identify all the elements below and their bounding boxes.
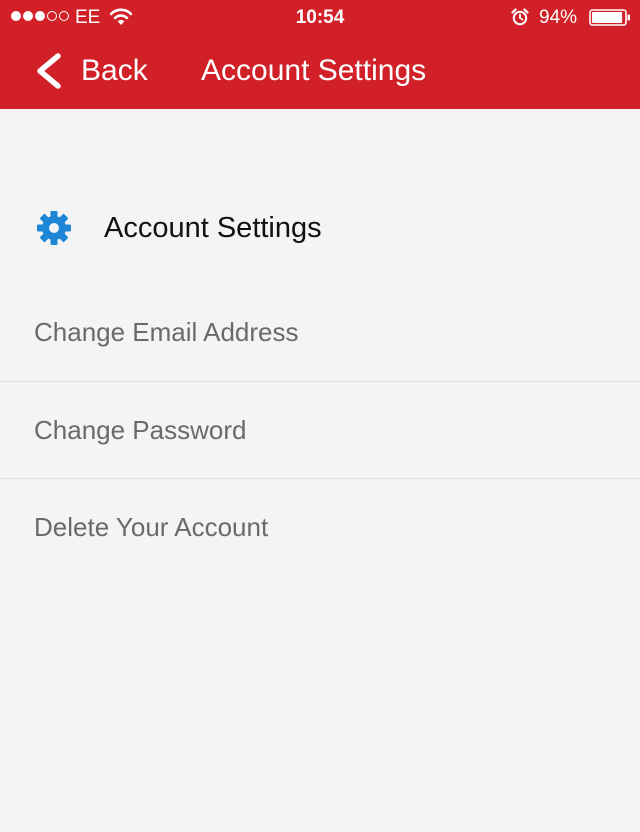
battery-percentage: 94% xyxy=(539,7,578,28)
menu-item-label: Delete Your Account xyxy=(34,511,269,542)
battery-icon xyxy=(589,9,630,26)
navigation-bar: Back Account Settings xyxy=(0,36,640,109)
section-title: Account Settings xyxy=(104,212,322,244)
change-password-item[interactable]: Change Password xyxy=(0,382,640,479)
chevron-left-icon xyxy=(37,53,61,89)
gear-icon xyxy=(37,211,71,245)
delete-account-item[interactable]: Delete Your Account xyxy=(0,479,640,575)
change-email-item[interactable]: Change Email Address xyxy=(0,284,640,382)
section-header: Account Settings xyxy=(36,206,322,250)
back-label: Back xyxy=(81,54,148,87)
menu-item-label: Change Password xyxy=(34,414,247,445)
page-title: Account Settings xyxy=(201,54,427,87)
back-button[interactable]: Back xyxy=(34,51,148,91)
status-bar: EE 10:54 94% xyxy=(0,0,640,36)
alarm-icon xyxy=(511,8,529,26)
menu-item-label: Change Email Address xyxy=(34,317,299,347)
settings-menu: Change Email Address Change Password Del… xyxy=(0,284,640,575)
app-header: EE 10:54 94% Back Account Settings xyxy=(0,0,640,109)
